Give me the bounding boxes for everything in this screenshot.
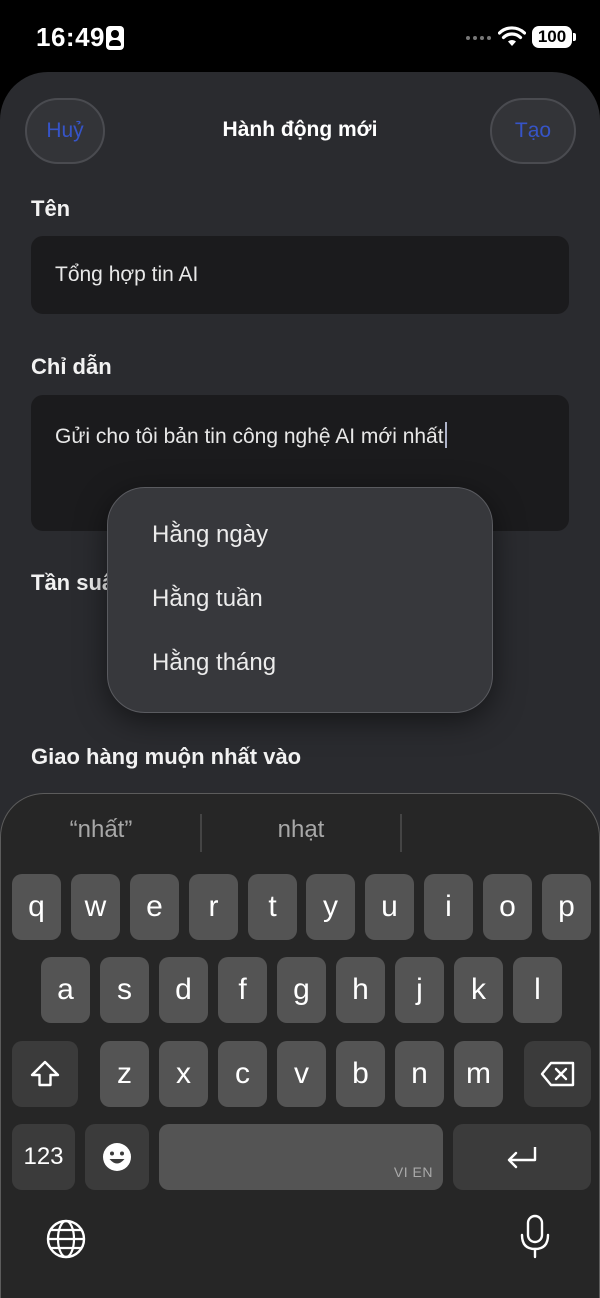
text-caret [444, 422, 447, 448]
instructions-field-value: Gửi cho tôi bản tin công nghệ AI mới nhấ… [55, 425, 444, 448]
key-m[interactable]: m [454, 1041, 503, 1107]
key-k[interactable]: k [454, 957, 503, 1023]
delete-key[interactable] [524, 1041, 591, 1107]
signal-dots-icon [466, 36, 492, 42]
microphone-icon[interactable] [519, 1214, 551, 1260]
option-weekly[interactable]: Hằng tuần [152, 585, 263, 613]
create-button[interactable]: Tạo [490, 98, 576, 164]
numbers-key[interactable]: 123 [12, 1124, 75, 1190]
space-key[interactable]: VI EN [159, 1124, 443, 1190]
key-d[interactable]: d [159, 957, 208, 1023]
delete-icon [540, 1061, 574, 1087]
return-key[interactable] [453, 1124, 591, 1190]
key-l[interactable]: l [513, 957, 562, 1023]
name-field-value: Tổng hợp tin AI [55, 263, 199, 286]
key-i[interactable]: i [424, 874, 473, 940]
key-y[interactable]: y [306, 874, 355, 940]
key-z[interactable]: z [100, 1041, 149, 1107]
shift-icon [30, 1060, 60, 1087]
keyboard: “nhất” nhạt q w e r t y u i o p a s d f … [0, 793, 600, 1298]
key-f[interactable]: f [218, 957, 267, 1023]
key-u[interactable]: u [365, 874, 414, 940]
key-w[interactable]: w [71, 874, 120, 940]
key-o[interactable]: o [483, 874, 532, 940]
globe-icon[interactable] [45, 1218, 87, 1260]
key-q[interactable]: q [12, 874, 61, 940]
key-r[interactable]: r [189, 874, 238, 940]
status-time: 16:49 [36, 22, 105, 52]
key-t[interactable]: t [248, 874, 297, 940]
emoji-key[interactable] [85, 1124, 149, 1190]
instructions-label: Chỉ dẫn [31, 354, 112, 379]
shift-key[interactable] [12, 1041, 78, 1107]
key-x[interactable]: x [159, 1041, 208, 1107]
battery-indicator: 100 [532, 26, 576, 48]
status-bar: 16:49 100 [0, 0, 600, 72]
suggestion-1[interactable]: “nhất” [1, 816, 201, 844]
key-b[interactable]: b [336, 1041, 385, 1107]
option-monthly[interactable]: Hằng tháng [152, 649, 276, 677]
key-v[interactable]: v [277, 1041, 326, 1107]
key-s[interactable]: s [100, 957, 149, 1023]
key-a[interactable]: a [41, 957, 90, 1023]
key-g[interactable]: g [277, 957, 326, 1023]
person-icon [106, 26, 124, 50]
key-c[interactable]: c [218, 1041, 267, 1107]
name-label: Tên [31, 196, 71, 221]
key-e[interactable]: e [130, 874, 179, 940]
key-n[interactable]: n [395, 1041, 444, 1107]
suggestion-divider [400, 814, 402, 852]
name-field[interactable]: Tổng hợp tin AI [31, 236, 569, 314]
option-daily[interactable]: Hằng ngày [152, 521, 268, 549]
suggestion-2[interactable]: nhạt [201, 816, 401, 844]
key-j[interactable]: j [395, 957, 444, 1023]
frequency-dropdown-menu: Hằng ngày Hằng tuần Hằng tháng [107, 487, 493, 713]
emoji-icon [103, 1143, 131, 1171]
delivery-time-label: Giao hàng muộn nhất vào [31, 744, 302, 769]
key-p[interactable]: p [542, 874, 591, 940]
language-indicator: VI EN [393, 1164, 433, 1180]
key-h[interactable]: h [336, 957, 385, 1023]
return-icon [507, 1147, 537, 1169]
wifi-icon [498, 26, 526, 46]
